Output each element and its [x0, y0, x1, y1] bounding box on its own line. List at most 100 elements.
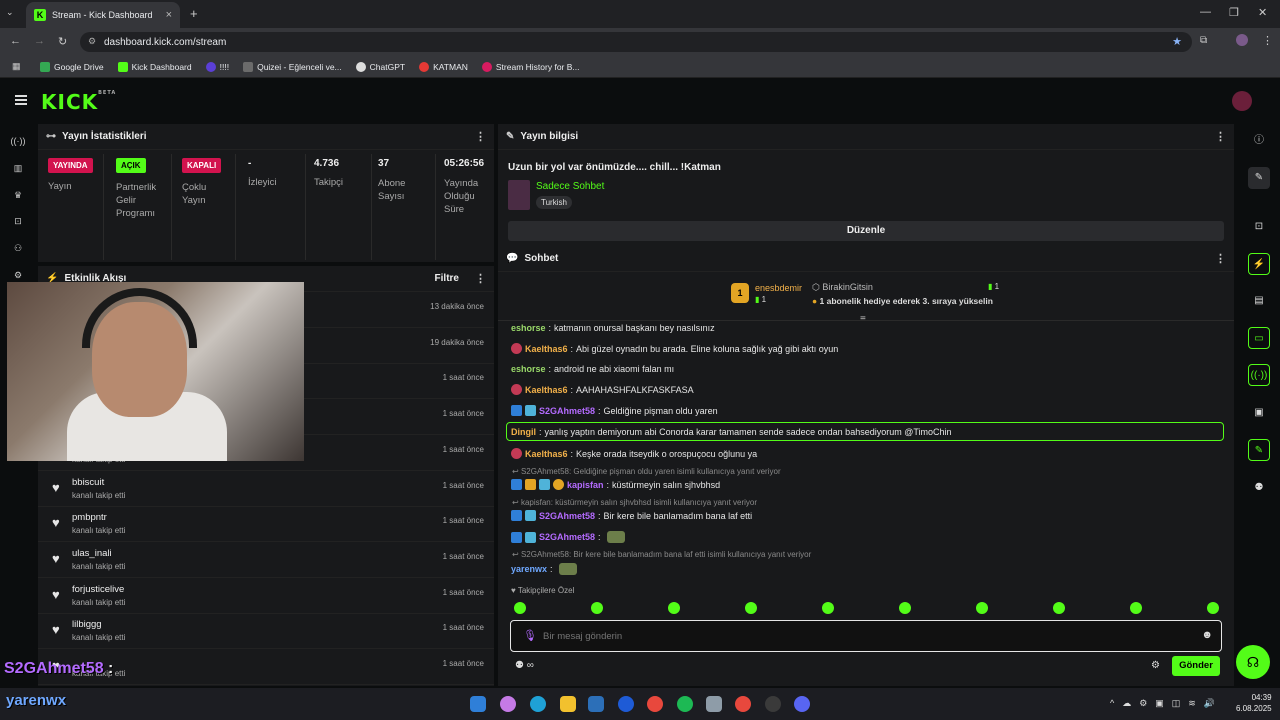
chat-username[interactable]: kapisfan: [567, 480, 604, 490]
close-window-icon[interactable]: ✕: [1258, 6, 1267, 19]
leader-user1[interactable]: enesbdemir: [755, 283, 802, 293]
emote-icon[interactable]: [976, 602, 988, 614]
broadcast-tool-icon[interactable]: ((·)): [1248, 364, 1270, 386]
discord-icon[interactable]: [794, 696, 810, 712]
emote-icon[interactable]: [514, 602, 526, 614]
bolt-tool-icon[interactable]: ⚡: [1248, 253, 1270, 275]
emote-icon[interactable]: [899, 602, 911, 614]
emoji-icon[interactable]: ☻: [1201, 629, 1213, 641]
screen-icon[interactable]: ⊡: [1248, 216, 1270, 238]
menu-icon[interactable]: [15, 95, 27, 105]
minimize-icon[interactable]: —: [1200, 6, 1211, 18]
bookmark-star-icon[interactable]: ★: [1172, 35, 1182, 48]
edit-icon[interactable]: ✎: [1248, 167, 1270, 189]
start-icon[interactable]: [470, 696, 486, 712]
bookmark-quizei[interactable]: Quizei - Eğlenceli ve...: [243, 61, 342, 72]
bookmark-chatgpt[interactable]: ChatGPT: [355, 61, 405, 72]
reply-context[interactable]: ↩ kapisfan: küstürmeyin salın sjhvbhsd i…: [512, 498, 757, 507]
chat-input[interactable]: [543, 627, 1183, 645]
apps-tool-icon[interactable]: ⚉: [1248, 477, 1270, 499]
edge-icon[interactable]: [530, 696, 546, 712]
reply-context[interactable]: ↩ S2GAhmet58: Bir kere bile banlamadım b…: [512, 550, 811, 559]
site-info-icon[interactable]: ⚙: [88, 36, 96, 47]
spotify-icon[interactable]: [677, 696, 693, 712]
chat-username[interactable]: Kaelthas6: [525, 385, 568, 395]
emote-icon[interactable]: [1053, 602, 1065, 614]
chat-menu-icon[interactable]: ⋮: [1215, 252, 1226, 265]
chat-tools-icon[interactable]: ⚉ ∞: [515, 660, 534, 671]
taskbar-clock[interactable]: 04:39 6.08.2025: [1236, 692, 1272, 714]
filter-button[interactable]: Filtre: [435, 273, 459, 284]
emote-icon[interactable]: [668, 602, 680, 614]
emote-icon[interactable]: [1130, 602, 1142, 614]
chat-settings-icon[interactable]: ⚙: [1151, 660, 1160, 671]
chat-username[interactable]: eshorse: [511, 323, 546, 333]
kick-logo[interactable]: KICKBETA: [41, 90, 116, 114]
store-icon[interactable]: [588, 696, 604, 712]
activity-menu-icon[interactable]: ⋮: [475, 272, 486, 285]
leader-user2[interactable]: ⬡ BirakinGitsin: [812, 282, 873, 293]
bookmark-google-drive[interactable]: Google Drive: [40, 61, 104, 72]
clipboard-icon[interactable]: ▤: [1248, 290, 1270, 312]
chat-tool-icon[interactable]: ▭: [1248, 327, 1270, 349]
user-avatar[interactable]: [1232, 91, 1252, 111]
support-icon[interactable]: ☊: [1236, 645, 1270, 679]
pip-icon[interactable]: ▣: [1248, 402, 1270, 424]
edit-button[interactable]: Düzenle: [508, 221, 1224, 241]
activity-username[interactable]: lilbiggg: [72, 619, 102, 630]
address-bar[interactable]: ⚙ dashboard.kick.com/stream ★: [80, 32, 1192, 52]
settings-app-icon[interactable]: [706, 696, 722, 712]
emote-icon[interactable]: [822, 602, 834, 614]
chat-username[interactable]: S2GAhmet58: [539, 511, 595, 521]
chat-input-box[interactable]: 🎙 ☻: [510, 620, 1222, 652]
chat-username[interactable]: Kaelthas6: [525, 449, 568, 459]
chat-username[interactable]: yarenwx: [511, 564, 547, 574]
file-explorer-icon[interactable]: [560, 696, 576, 712]
stream-live-icon[interactable]: ((·)): [8, 136, 28, 150]
chat-username[interactable]: S2GAhmet58: [539, 406, 595, 416]
chat-username[interactable]: Dingil: [511, 427, 536, 437]
tab-close-icon[interactable]: ×: [166, 9, 172, 21]
chat-username[interactable]: eshorse: [511, 364, 546, 374]
send-button[interactable]: Gönder: [1172, 656, 1220, 676]
tab-search-icon[interactable]: ⌄: [6, 7, 14, 18]
back-icon[interactable]: ←: [10, 35, 21, 47]
activity-username[interactable]: pmbpntr: [72, 512, 107, 523]
bookmark-kick-dashboard[interactable]: Kick Dashboard: [117, 61, 192, 72]
chat-username[interactable]: Kaelthas6: [525, 344, 568, 354]
reload-icon[interactable]: ↻: [58, 35, 67, 48]
stream-info-menu-icon[interactable]: ⋮: [1215, 130, 1226, 143]
emote-icon[interactable]: [745, 602, 757, 614]
activity-username[interactable]: ulas_inali: [72, 548, 112, 559]
copilot-icon[interactable]: [500, 696, 516, 712]
browser-menu-icon[interactable]: ⋮: [1262, 34, 1273, 47]
stats-menu-icon[interactable]: ⋮: [475, 130, 486, 143]
category-link[interactable]: Sadece Sohbet: [536, 181, 604, 192]
system-tray-icons[interactable]: ^☁⚙▣◫≋🔊: [1110, 698, 1223, 709]
wrench-tool-icon[interactable]: ✎: [1248, 439, 1270, 461]
info-icon[interactable]: ⓘ: [1248, 130, 1270, 152]
mic-icon[interactable]: 🎙: [523, 629, 537, 642]
browser-tab-kick[interactable]: K Stream - Kick Dashboard ×: [26, 2, 180, 28]
profile-avatar[interactable]: [1236, 34, 1248, 46]
analytics-icon[interactable]: ▥: [8, 163, 28, 177]
bookmark-stream-history[interactable]: Stream History for B...: [481, 61, 580, 72]
maximize-icon[interactable]: ❐: [1229, 6, 1239, 19]
bookmark-exclaim[interactable]: !!!!: [205, 61, 229, 72]
chrome-icon[interactable]: [647, 696, 663, 712]
activity-username[interactable]: bbiscuit: [72, 477, 104, 488]
obs-icon[interactable]: [765, 696, 781, 712]
moderation-icon[interactable]: ⊡: [8, 216, 28, 230]
app-f-icon[interactable]: [618, 696, 634, 712]
chat-username[interactable]: S2GAhmet58: [539, 532, 595, 542]
forward-icon[interactable]: →: [34, 35, 45, 47]
extensions-icon[interactable]: ⧉: [1200, 35, 1207, 46]
trophy-icon[interactable]: ♛: [8, 190, 28, 204]
bookmark-katman[interactable]: KATMAN: [419, 61, 468, 72]
emote-icon[interactable]: [591, 602, 603, 614]
activity-username[interactable]: forjusticelive: [72, 584, 124, 595]
community-icon[interactable]: ⚇: [8, 243, 28, 257]
apps-grid-icon[interactable]: ▦: [12, 61, 21, 72]
reply-context[interactable]: ↩ S2GAhmet58: Geldiğine pişman oldu yare…: [512, 467, 781, 476]
emote-icon[interactable]: [1207, 602, 1219, 614]
